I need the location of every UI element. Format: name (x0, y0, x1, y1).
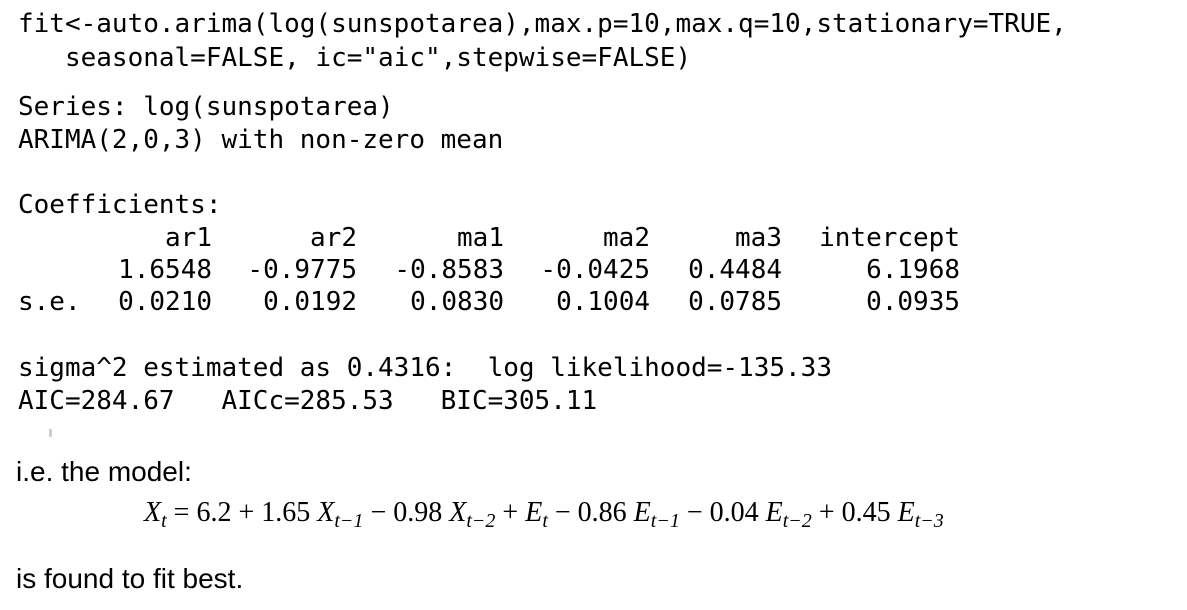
eq-subscript: t−2 (466, 510, 496, 532)
coef-se: 0.0935 (866, 287, 960, 317)
coef-se: 0.0830 (410, 287, 504, 317)
coef-name: ma2 (603, 223, 650, 253)
code-line-2: seasonal=FALSE, ic="aic",stepwise=FALSE) (18, 43, 692, 73)
eq-symbol: X (144, 497, 162, 528)
information-criteria-line: AIC=284.67 AICc=285.53 BIC=305.11 (18, 386, 598, 416)
coef-estimate: -0.9775 (247, 255, 357, 285)
eq-coefficient: 0.45 (841, 497, 891, 528)
eq-coefficient: 6.2 (196, 497, 232, 528)
coef-name: ma1 (457, 223, 504, 253)
coef-name: ma3 (735, 223, 782, 253)
coef-estimate: -0.0425 (540, 255, 650, 285)
coef-se: 0.1004 (556, 287, 650, 317)
eq-coefficient: 0.86 (577, 497, 627, 528)
coef-estimate: -0.8583 (394, 255, 504, 285)
series-line: Series: log(sunspotarea) (18, 92, 394, 122)
eq-coefficient: 0.98 (393, 497, 443, 528)
coef-estimate: 0.4484 (688, 255, 782, 285)
coef-name: ar2 (310, 223, 357, 253)
eq-subscript: t−1 (334, 510, 364, 532)
eq-subscript: t−1 (650, 510, 680, 532)
coef-estimate: 6.1968 (866, 255, 960, 285)
coef-se: 0.0785 (688, 287, 782, 317)
code-line-1: fit<-auto.arima(log(sunspotarea),max.p=1… (18, 9, 1067, 39)
sigma-line: sigma^2 estimated as 0.4316: log likelih… (18, 353, 832, 383)
coef-name: intercept (819, 223, 960, 253)
coef-estimate: 1.6548 (118, 255, 212, 285)
model-equation: Xt = 6.2 + 1.65 Xt−1 − 0.98 Xt−2 + Et − … (144, 497, 944, 532)
eq-subscript: t−2 (782, 510, 812, 532)
coef-name: ar1 (165, 223, 212, 253)
model-conclusion: is found to fit best. (16, 563, 244, 594)
coef-se: 0.0210 (118, 287, 212, 317)
eq-subscript: t (542, 510, 548, 532)
model-line: ARIMA(2,0,3) with non-zero mean (18, 125, 504, 155)
eq-coefficient: 1.65 (261, 497, 311, 528)
eq-coefficient: 0.04 (709, 497, 759, 528)
se-label: s.e. (18, 287, 81, 317)
eq-subscript: t−3 (914, 510, 944, 532)
stray-mark (49, 429, 52, 437)
eq-subscript: t (161, 510, 167, 532)
model-intro: i.e. the model: (16, 456, 192, 487)
coefficients-heading: Coefficients: (18, 190, 222, 220)
coef-se: 0.0192 (263, 287, 357, 317)
